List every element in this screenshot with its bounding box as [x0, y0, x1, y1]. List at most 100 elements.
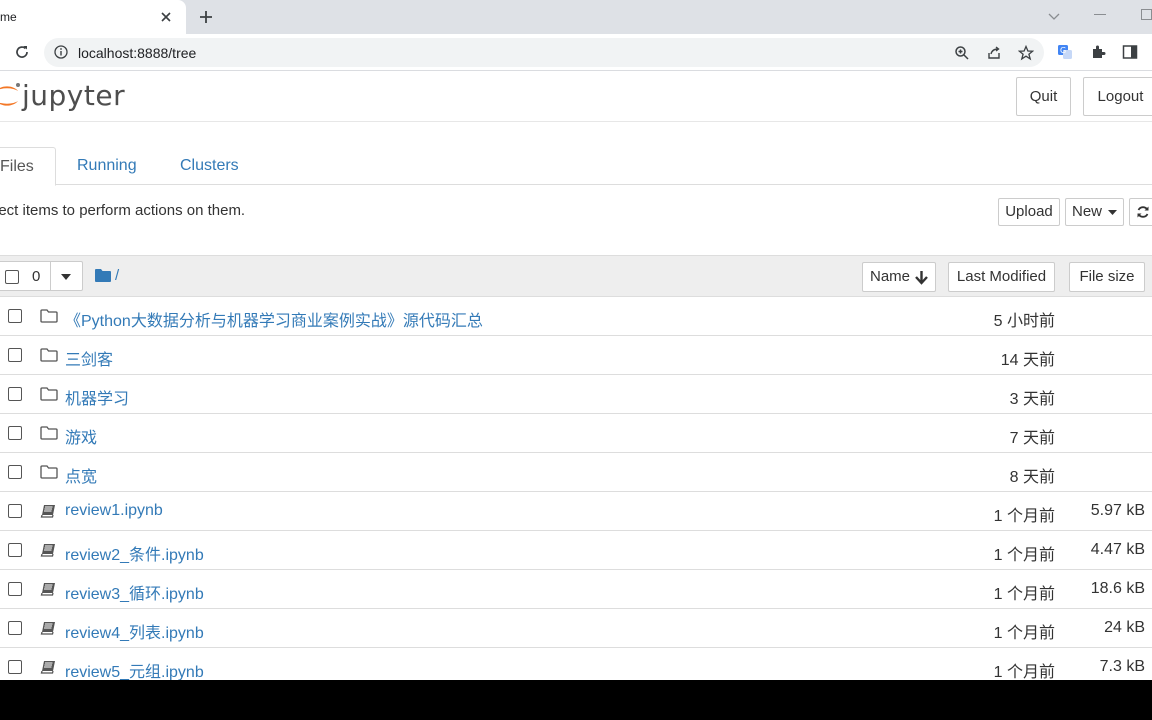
- quit-button[interactable]: Quit: [1016, 77, 1071, 116]
- sort-name-label: Name: [870, 268, 911, 285]
- arrow-down-icon: [915, 271, 928, 285]
- refresh-icon: [1137, 206, 1149, 218]
- list-item[interactable]: review5_元组.ipynb 1 个月前 7.3 kB: [0, 648, 1152, 680]
- item-checkbox[interactable]: [8, 387, 22, 401]
- list-item[interactable]: review3_循环.ipynb 1 个月前 18.6 kB: [0, 570, 1152, 609]
- item-name[interactable]: 机器学习: [65, 385, 129, 409]
- item-checkbox[interactable]: [8, 309, 22, 323]
- item-modified: 8 天前: [1009, 469, 1055, 486]
- list-item[interactable]: 三剑客 14 天前: [0, 336, 1152, 375]
- folder-icon: [40, 464, 58, 480]
- extensions-icon[interactable]: [1090, 44, 1106, 60]
- caret-down-icon[interactable]: [61, 274, 71, 280]
- refresh-button[interactable]: [1129, 198, 1152, 226]
- list-item[interactable]: 《Python大数据分析与机器学习商业案例实战》源代码汇总 5 小时前: [0, 297, 1152, 336]
- folder-icon[interactable]: [95, 269, 111, 282]
- star-icon[interactable]: [1018, 45, 1034, 61]
- logout-button[interactable]: Logout: [1083, 77, 1152, 116]
- tab-running[interactable]: Running: [77, 147, 137, 185]
- item-name[interactable]: review1.ipynb: [65, 502, 163, 520]
- info-icon[interactable]: [54, 45, 68, 59]
- folder-icon: [40, 425, 58, 441]
- select-all-group: 0: [0, 261, 83, 291]
- upload-button[interactable]: Upload: [998, 198, 1060, 226]
- item-checkbox[interactable]: [8, 621, 22, 635]
- jupyter-logo[interactable]: jupyter: [0, 77, 132, 112]
- list-item[interactable]: review4_列表.ipynb 1 个月前 24 kB: [0, 609, 1152, 648]
- browser-tab-strip: me: [0, 0, 1152, 34]
- item-size: 7.3 kB: [1099, 658, 1145, 675]
- item-name[interactable]: review2_条件.ipynb: [65, 541, 204, 565]
- item-checkbox[interactable]: [8, 426, 22, 440]
- item-name[interactable]: review3_循环.ipynb: [65, 580, 204, 604]
- item-checkbox[interactable]: [8, 543, 22, 557]
- reload-icon[interactable]: [14, 44, 30, 60]
- list-item[interactable]: 机器学习 3 天前: [0, 375, 1152, 414]
- item-checkbox[interactable]: [8, 465, 22, 479]
- jupyter-logo-icon: [0, 83, 20, 106]
- maximize-icon[interactable]: [1141, 9, 1152, 20]
- item-modified: 1 个月前: [993, 508, 1055, 525]
- item-modified: 1 个月前: [993, 547, 1055, 564]
- new-button-label: New: [1072, 203, 1103, 220]
- minimize-icon[interactable]: [1094, 14, 1106, 15]
- zoom-icon[interactable]: [954, 45, 970, 61]
- instructions-text: lect items to perform actions on them.: [0, 202, 246, 219]
- item-size: 18.6 kB: [1090, 580, 1145, 597]
- item-size: 4.47 kB: [1090, 541, 1145, 558]
- notebook-icon: [40, 542, 58, 558]
- item-modified: 14 天前: [1000, 352, 1055, 369]
- caret-down-icon: [1108, 210, 1117, 215]
- sort-name-button[interactable]: Name: [862, 262, 936, 292]
- item-name[interactable]: review4_列表.ipynb: [65, 619, 204, 643]
- item-modified: 7 天前: [1009, 430, 1055, 447]
- item-name[interactable]: review5_元组.ipynb: [65, 658, 204, 680]
- item-modified: 1 个月前: [993, 664, 1055, 680]
- logo-text: jupyter: [22, 79, 126, 112]
- selected-count: 0: [32, 268, 41, 285]
- tab-clusters[interactable]: Clusters: [180, 147, 239, 185]
- sort-modified-button[interactable]: Last Modified: [948, 262, 1055, 292]
- list-item[interactable]: review1.ipynb 1 个月前 5.97 kB: [0, 492, 1152, 531]
- breadcrumb[interactable]: /: [115, 267, 119, 284]
- item-modified: 5 小时前: [993, 313, 1055, 330]
- url-text[interactable]: localhost:8888/tree: [78, 45, 196, 61]
- tab-bar: Files Running Clusters: [0, 147, 1152, 186]
- browser-toolbar: localhost:8888/tree G: [0, 34, 1152, 71]
- item-modified: 3 天前: [1009, 391, 1055, 408]
- notebook-icon: [40, 581, 58, 597]
- item-checkbox[interactable]: [8, 660, 22, 674]
- item-name[interactable]: 《Python大数据分析与机器学习商业案例实战》源代码汇总: [65, 307, 483, 331]
- list-item[interactable]: 点宽 8 天前: [0, 453, 1152, 492]
- side-panel-icon[interactable]: [1122, 44, 1138, 60]
- item-modified: 1 个月前: [993, 625, 1055, 642]
- list-item[interactable]: 游戏 7 天前: [0, 414, 1152, 453]
- folder-icon: [40, 347, 58, 363]
- item-modified: 1 个月前: [993, 586, 1055, 603]
- sort-size-button[interactable]: File size: [1069, 262, 1145, 292]
- browser-tab[interactable]: me: [0, 0, 186, 34]
- share-icon[interactable]: [986, 45, 1002, 61]
- file-list: 0 / Name Last Modified File size 《Python…: [0, 255, 1152, 680]
- folder-icon: [40, 308, 58, 324]
- address-bar[interactable]: localhost:8888/tree: [44, 38, 1044, 67]
- chevron-down-icon[interactable]: [1047, 9, 1061, 23]
- select-all-checkbox[interactable]: [5, 270, 19, 284]
- item-name[interactable]: 游戏: [65, 424, 97, 448]
- item-checkbox[interactable]: [8, 582, 22, 596]
- item-checkbox[interactable]: [8, 348, 22, 362]
- new-tab-icon[interactable]: [198, 9, 214, 25]
- notebook-icon: [40, 503, 58, 519]
- new-button[interactable]: New: [1065, 198, 1124, 226]
- tab-files[interactable]: Files: [0, 147, 56, 186]
- notebook-icon: [40, 620, 58, 636]
- item-name[interactable]: 三剑客: [65, 346, 113, 370]
- item-size: 24 kB: [1104, 619, 1145, 636]
- item-checkbox[interactable]: [8, 504, 22, 518]
- item-name[interactable]: 点宽: [65, 463, 97, 487]
- svg-text:G: G: [1060, 46, 1066, 55]
- notebook-icon: [40, 659, 58, 675]
- list-item[interactable]: review2_条件.ipynb 1 个月前 4.47 kB: [0, 531, 1152, 570]
- translate-icon[interactable]: G: [1057, 44, 1073, 60]
- close-icon[interactable]: [159, 10, 173, 24]
